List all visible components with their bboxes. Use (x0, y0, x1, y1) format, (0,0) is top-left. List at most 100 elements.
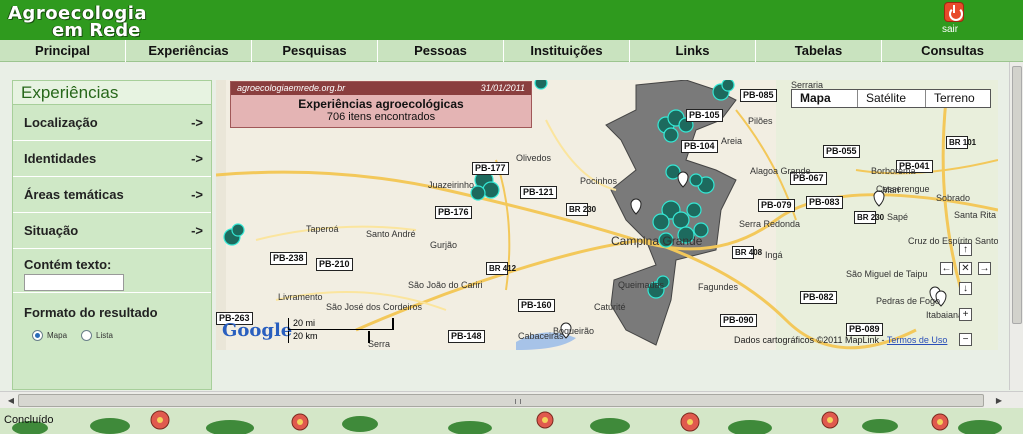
town-label: Santo André (366, 229, 416, 239)
town-label: Olivedos (516, 153, 552, 163)
town-label: Gurjão (430, 240, 458, 250)
nav-experiencias[interactable]: Experiências (126, 40, 252, 62)
nav-principal[interactable]: Principal (0, 40, 126, 62)
road-shield: PB-082 (800, 291, 837, 304)
expand-arrow: -> (191, 115, 203, 130)
sidebar-title: Experiências (13, 81, 211, 105)
search-input[interactable] (24, 274, 124, 291)
results-infobox: agroecologiaemrede.org.br 31/01/2011 Exp… (230, 81, 532, 128)
sidebar-item-localizacao[interactable]: Localização -> (13, 105, 211, 141)
map-type-terreno[interactable]: Terreno (926, 90, 990, 107)
pan-left-button[interactable]: ← (940, 262, 953, 275)
pan-center-button[interactable]: ✕ (959, 262, 972, 275)
road-shield: PB-160 (518, 299, 555, 312)
pan-down-button[interactable]: ↓ (959, 282, 972, 295)
sidebar-item-identidades[interactable]: Identidades -> (13, 141, 211, 177)
infobox-date: 31/01/2011 (480, 83, 525, 93)
road-shield: PB-085 (740, 89, 777, 102)
road-shield: PB-055 (823, 145, 860, 158)
town-label: Queimadas (618, 280, 665, 290)
road-shield: PB-090 (720, 314, 757, 327)
nav-pesquisas[interactable]: Pesquisas (252, 40, 378, 62)
sidebar-item-label: Localização (24, 115, 98, 130)
search-block: Contém texto: (13, 249, 211, 293)
header: Agroecologia em Rede sair (0, 0, 1023, 41)
road-shield: PB-104 (681, 140, 718, 153)
power-icon (944, 2, 964, 22)
sidebar-item-label: Áreas temáticas (24, 187, 124, 202)
status-text: Concluído (4, 414, 54, 426)
expand-arrow: -> (191, 223, 203, 238)
logo[interactable]: Agroecologia em Rede (8, 3, 168, 41)
floral-decoration (0, 408, 1023, 434)
zoom-in-button[interactable]: + (959, 308, 972, 321)
town-label: Pocinhos (580, 176, 618, 186)
format-radio-lista[interactable] (81, 330, 93, 341)
pan-up-button[interactable]: ↑ (959, 243, 972, 256)
sidebar: Experiências Localização -> Identidades … (12, 80, 212, 390)
format-block: Formato do resultado Mapa Lista (13, 293, 211, 353)
road-shield: PB-083 (806, 196, 843, 209)
town-label: São João do Cariri (408, 280, 483, 290)
town-label: Sobrado (936, 193, 971, 203)
sidebar-item-areas-tematicas[interactable]: Áreas temáticas -> (13, 177, 211, 213)
br-shield: BR 101 (946, 136, 976, 149)
road-shield: PB-210 (316, 258, 353, 271)
road-shield: PB-105 (686, 109, 723, 122)
vertical-scroll-thumb[interactable] (1012, 66, 1022, 324)
format-option-label: Lista (96, 331, 113, 340)
logout-button[interactable]: sair (938, 2, 968, 38)
infobox-site: agroecologiaemrede.org.br (237, 83, 346, 93)
format-label: Formato do resultado (24, 305, 158, 320)
sidebar-item-label: Situação (24, 223, 79, 238)
town-label: Ingá (765, 250, 783, 260)
horizontal-scroll-thumb[interactable] (18, 394, 984, 407)
scale-mi: 20 mi (288, 318, 394, 330)
sidebar-item-situacao[interactable]: Situação -> (13, 213, 211, 249)
map-type-control: Mapa Satélite Terreno (791, 89, 991, 108)
town-label: Boqueirão (553, 326, 595, 336)
terms-link[interactable]: Termos de Uso (887, 335, 948, 345)
nav-pessoas[interactable]: Pessoas (378, 40, 504, 62)
town-label: Caturité (594, 302, 626, 312)
expand-arrow: -> (191, 187, 203, 202)
town-label: Livramento (278, 292, 323, 302)
copyright-text: Dados cartográficos ©2011 MapLink - (734, 335, 887, 345)
logo-line2: em Rede (52, 20, 141, 41)
road-shield: PB-176 (435, 206, 472, 219)
vertical-scrollbar[interactable] (1009, 62, 1023, 390)
br-shield: BR 412 (486, 262, 516, 275)
town-label: Santa Rita (954, 210, 997, 220)
road-shield: PB-079 (758, 199, 795, 212)
scroll-right-icon[interactable]: ▶ (992, 394, 1006, 407)
nav-tabelas[interactable]: Tabelas (756, 40, 882, 62)
road-shield: PB-238 (270, 252, 307, 265)
zoom-out-button[interactable]: − (959, 333, 972, 346)
status-bar: Concluído (0, 408, 1023, 434)
town-label: Itabaiana (926, 310, 964, 320)
nav-instituicoes[interactable]: Instituições (504, 40, 630, 62)
main-nav: Principal Experiências Pesquisas Pessoas… (0, 40, 1023, 62)
scroll-left-icon[interactable]: ◀ (4, 394, 18, 407)
town-label: Campina Grande (611, 234, 703, 248)
map-type-mapa[interactable]: Mapa (792, 90, 858, 107)
infobox-count: 706 itens encontrados (326, 111, 436, 123)
horizontal-scrollbar[interactable]: ◀ ▶ (0, 391, 1023, 408)
google-logo[interactable]: Google (222, 320, 292, 341)
map-type-satelite[interactable]: Satélite (858, 90, 926, 107)
town-label: São Miguel de Taipu (846, 269, 928, 279)
scale-km: 20 km (288, 331, 370, 343)
town-label: Pedras de Fogo (876, 296, 941, 306)
format-radio-mapa[interactable] (32, 330, 43, 341)
br-shield: BR 230 (854, 211, 884, 224)
town-label: Sapé (887, 212, 909, 222)
br-shield: BR 230 (566, 203, 596, 216)
nav-consultas[interactable]: Consultas (882, 40, 1023, 62)
town-label: Areia (721, 136, 743, 146)
nav-links[interactable]: Links (630, 40, 756, 62)
search-label: Contém texto: (24, 257, 112, 272)
pan-right-button[interactable]: → (978, 262, 991, 275)
road-shield: PB-177 (472, 162, 509, 175)
town-label: Borborema (871, 166, 916, 176)
town-label: Cruz do Espírito Santo (908, 236, 998, 246)
